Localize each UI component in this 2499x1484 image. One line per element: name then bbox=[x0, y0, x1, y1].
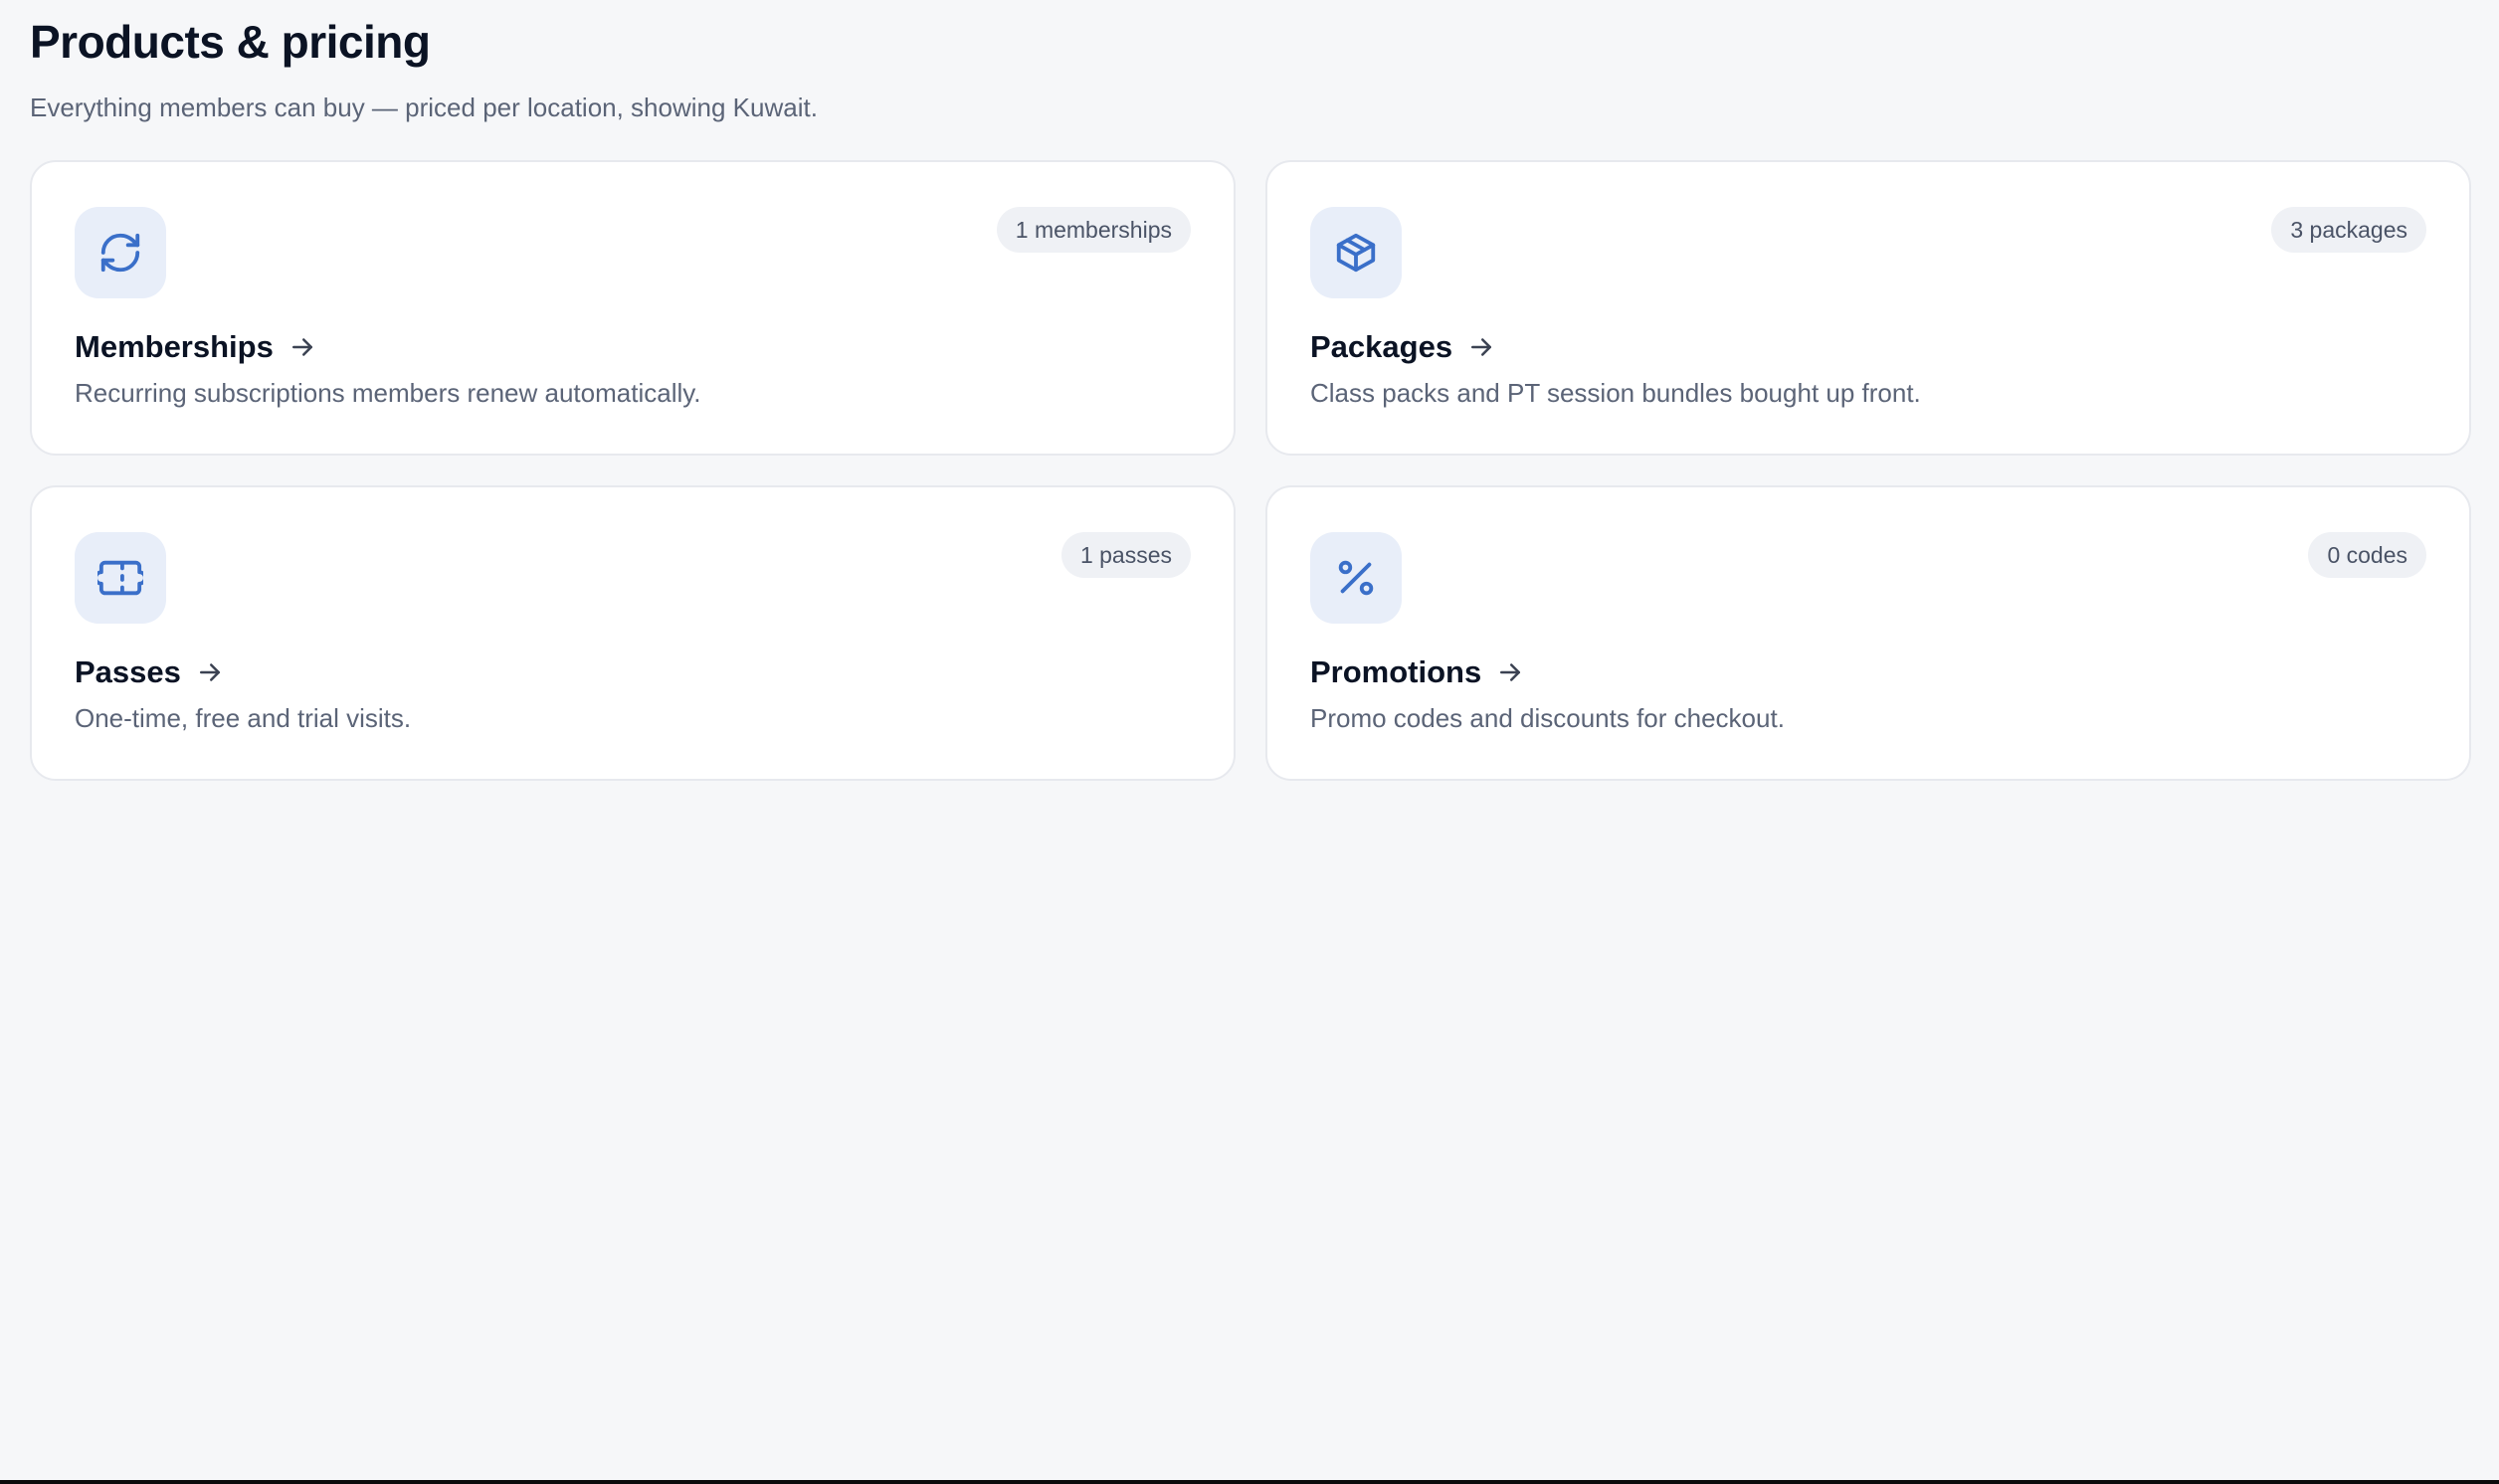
page-subtitle: Everything members can buy — priced per … bbox=[30, 93, 818, 122]
product-category-grid: 1 memberships Memberships Recurring subs… bbox=[30, 160, 2471, 781]
memberships-title-text: Memberships bbox=[75, 329, 274, 364]
packages-title[interactable]: Packages bbox=[1310, 328, 1496, 366]
promotions-title[interactable]: Promotions bbox=[1310, 653, 1525, 691]
arrow-right-icon bbox=[288, 332, 317, 362]
packages-card[interactable]: 3 packages Packages Class packs and PT s… bbox=[1265, 160, 2471, 456]
memberships-count-badge: 1 memberships bbox=[996, 207, 1191, 253]
promotions-card[interactable]: 0 codes Promotions Promo codes and disco… bbox=[1265, 485, 2471, 781]
passes-count-badge: 1 passes bbox=[1060, 532, 1191, 578]
refresh-icon bbox=[75, 207, 166, 298]
passes-title[interactable]: Passes bbox=[75, 653, 225, 691]
memberships-title[interactable]: Memberships bbox=[75, 328, 317, 366]
page-title: Products & pricing bbox=[30, 16, 431, 68]
arrow-right-icon bbox=[195, 657, 225, 687]
page-content: Products & pricing Everything members ca… bbox=[30, 0, 2471, 781]
bottom-edge-bar bbox=[0, 1480, 2499, 1484]
passes-description: One-time, free and trial visits. bbox=[75, 703, 412, 733]
packages-title-text: Packages bbox=[1310, 329, 1453, 364]
passes-title-text: Passes bbox=[75, 654, 181, 689]
ticket-icon bbox=[75, 532, 166, 624]
passes-card[interactable]: 1 passes Passes One-time, free and trial… bbox=[30, 485, 1236, 781]
promotions-count-badge: 0 codes bbox=[2308, 532, 2426, 578]
package-box-icon bbox=[1310, 207, 1402, 298]
memberships-description: Recurring subscriptions members renew au… bbox=[75, 378, 701, 408]
percent-icon bbox=[1310, 532, 1402, 624]
promotions-description: Promo codes and discounts for checkout. bbox=[1310, 703, 1785, 733]
promotions-title-text: Promotions bbox=[1310, 654, 1482, 689]
packages-description: Class packs and PT session bundles bough… bbox=[1310, 378, 1921, 408]
arrow-right-icon bbox=[1495, 657, 1525, 687]
packages-count-badge: 3 packages bbox=[2271, 207, 2426, 253]
arrow-right-icon bbox=[1466, 332, 1496, 362]
memberships-card[interactable]: 1 memberships Memberships Recurring subs… bbox=[30, 160, 1236, 456]
